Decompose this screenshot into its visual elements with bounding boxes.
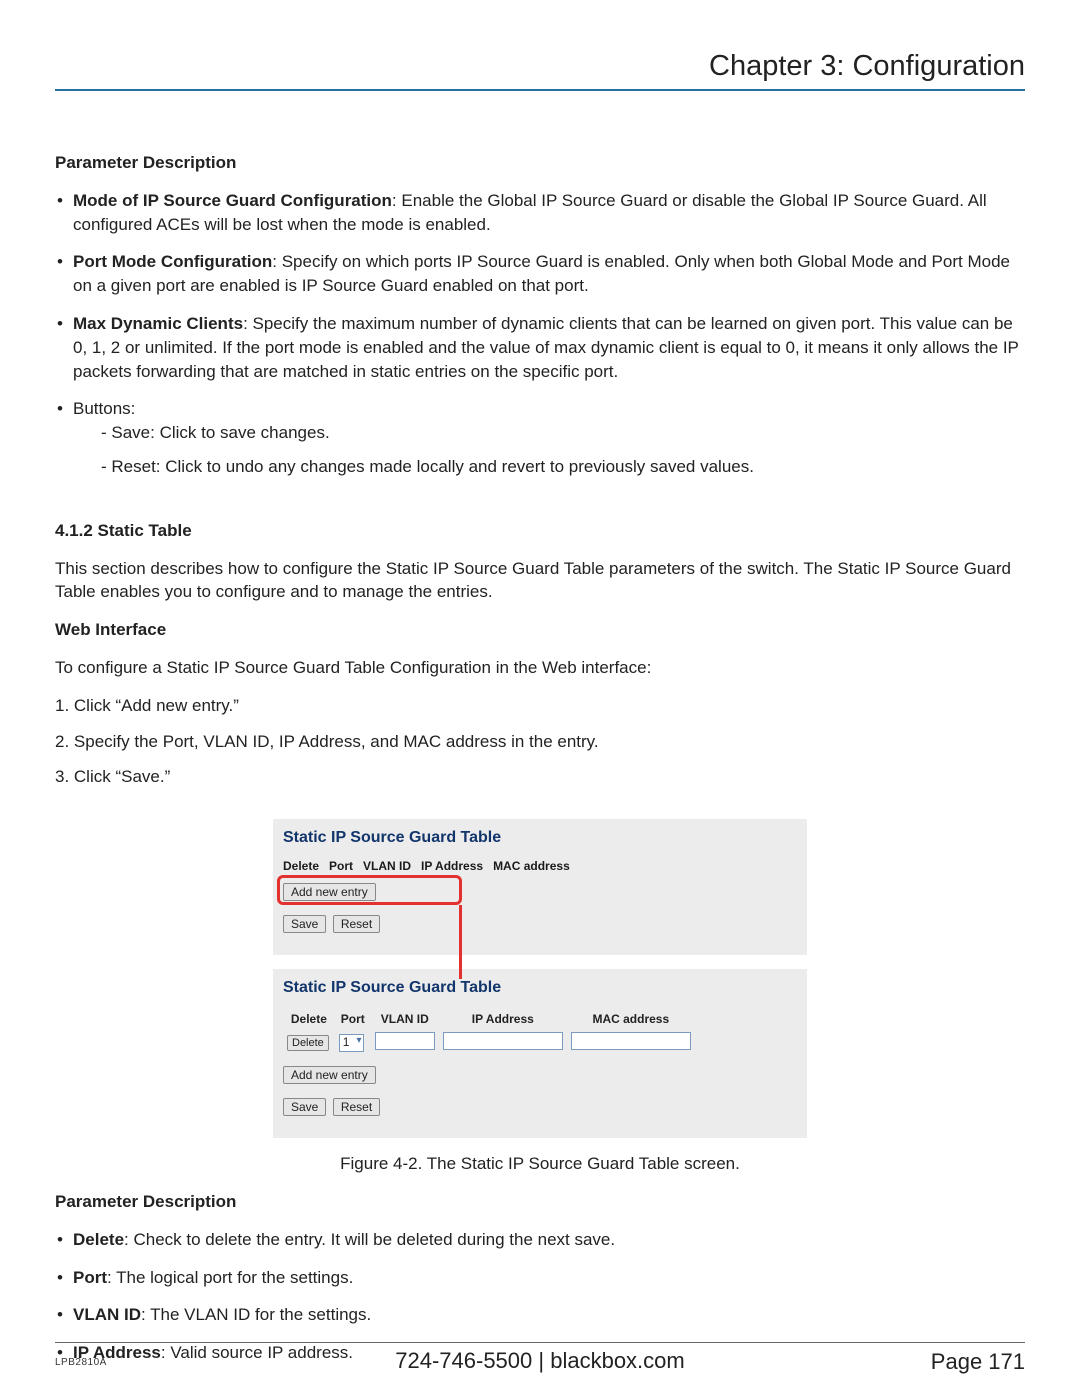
highlight-annotation-line-2 [459,955,462,979]
ipaddress-input[interactable] [443,1032,563,1050]
col-macaddress: MAC address [567,1009,695,1029]
table-row: Delete 1 [283,1029,695,1056]
term-delete: Delete [73,1230,124,1249]
page-footer: LPB2810A 724-746-5500 | blackbox.com Pag… [55,1342,1025,1375]
footer-sep: | [532,1348,550,1373]
list-item: • Port Mode Configuration: Specify on wh… [55,250,1025,298]
term-delete-text: : Check to delete the entry. It will be … [124,1230,615,1249]
list-item: • Port: The logical port for the setting… [55,1266,1025,1290]
list-item: • VLAN ID: The VLAN ID for the settings. [55,1303,1025,1327]
delete-row-button[interactable]: Delete [287,1035,329,1051]
screenshot-panel-empty: Static IP Source Guard Table Delete Port… [273,819,807,955]
panel-title: Static IP Source Guard Table [283,979,797,997]
term-port: Port [73,1268,107,1287]
add-new-entry-button[interactable]: Add new entry [283,1066,376,1084]
step-2: 2. Specify the Port, VLAN ID, IP Address… [55,730,1025,754]
param-desc-heading-2: Parameter Description [55,1190,1025,1214]
web-interface-heading: Web Interface [55,618,1025,642]
static-ip-table: Delete Port VLAN ID IP Address MAC addre… [283,1009,695,1056]
param-desc-heading: Parameter Description [55,151,1025,175]
static-table-intro: This section describes how to configure … [55,557,1025,605]
reset-button[interactable]: Reset [333,915,380,933]
term-vlan-text: : The VLAN ID for the settings. [141,1305,371,1324]
list-item: • Buttons: - Save: Click to save changes… [55,397,1025,478]
term-maxdyn: Max Dynamic Clients [73,314,243,333]
col-vlanid: VLAN ID [363,859,411,873]
col-port: Port [329,859,353,873]
term-portmode: Port Mode Configuration [73,252,272,271]
term-vlan: VLAN ID [73,1305,141,1324]
col-delete: Delete [283,859,319,873]
figure-4-2: Static IP Source Guard Table Delete Port… [273,819,807,1176]
list-item: • Mode of IP Source Guard Configuration:… [55,189,1025,237]
buttons-label: Buttons: [73,399,135,418]
footer-phone: 724-746-5500 [395,1348,532,1373]
port-select[interactable]: 1 [339,1034,365,1052]
panel-title: Static IP Source Guard Table [283,829,797,847]
col-delete: Delete [283,1009,335,1029]
figure-caption: Figure 4-2. The Static IP Source Guard T… [273,1152,807,1176]
term-port-text: : The logical port for the settings. [107,1268,353,1287]
buttons-reset: - Reset: Click to undo any changes made … [101,455,1025,479]
web-interface-steps: 1. Click “Add new entry.” 2. Specify the… [55,694,1025,789]
buttons-save: - Save: Click to save changes. [101,421,1025,445]
col-macaddress: MAC address [493,859,570,873]
macaddress-input[interactable] [571,1032,691,1050]
reset-button[interactable]: Reset [333,1098,380,1116]
step-3: 3. Click “Save.” [55,765,1025,789]
web-interface-intro: To configure a Static IP Source Guard Ta… [55,656,1025,680]
col-vlanid: VLAN ID [371,1009,439,1029]
chapter-title: Chapter 3: Configuration [55,50,1025,91]
term-mode: Mode of IP Source Guard Configuration [73,191,392,210]
step-1: 1. Click “Add new entry.” [55,694,1025,718]
save-button[interactable]: Save [283,1098,326,1116]
add-new-entry-button[interactable]: Add new entry [283,883,376,901]
screenshot-panel-entry: Static IP Source Guard Table Delete Port… [273,969,807,1138]
col-ipaddress: IP Address [421,859,483,873]
column-headers: Delete Port VLAN ID IP Address MAC addre… [283,859,797,873]
col-port: Port [335,1009,371,1029]
section-static-table-heading: 4.1.2 Static Table [55,519,1025,543]
footer-site: blackbox.com [550,1348,685,1373]
save-button[interactable]: Save [283,915,326,933]
col-ipaddress: IP Address [439,1009,567,1029]
vlanid-input[interactable] [375,1032,435,1050]
list-item: • Delete: Check to delete the entry. It … [55,1228,1025,1252]
param-desc-list-1: • Mode of IP Source Guard Configuration:… [55,189,1025,479]
footer-page: Page 171 [931,1349,1025,1375]
footer-model: LPB2810A [55,1357,107,1368]
list-item: • Max Dynamic Clients: Specify the maxim… [55,312,1025,383]
